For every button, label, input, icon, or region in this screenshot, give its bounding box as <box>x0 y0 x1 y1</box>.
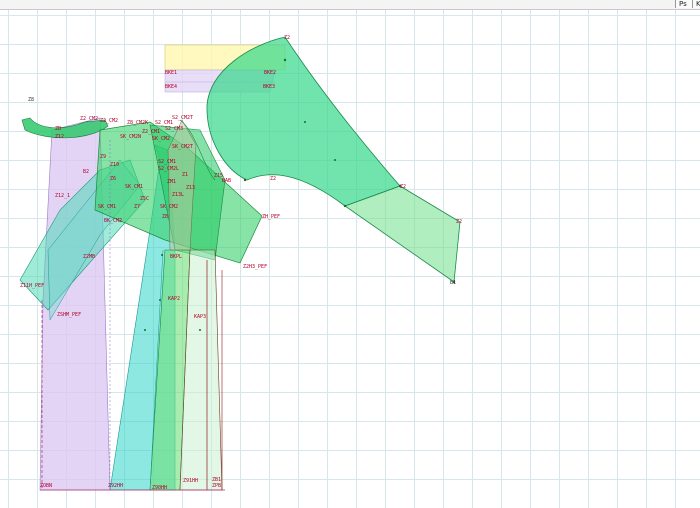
label-s2cm3: S2_CM3 <box>165 126 183 132</box>
label-z10: Z10 <box>110 162 119 168</box>
label-z2h3-pef: Z2H3_PEF <box>243 264 267 270</box>
label-zshm-pef: ZSHM_PEF <box>57 312 81 318</box>
label-z2cm2: Z2_CM2 <box>80 116 98 122</box>
label-skcm2n: SK_CM2N <box>120 134 141 140</box>
label-bkpl: BKPL <box>170 254 182 260</box>
label-z8cm2k: Z8_CM2K <box>127 120 148 126</box>
label-zb: ZB <box>55 126 61 132</box>
label-kap2: KAP2 <box>168 296 180 302</box>
label-z12-1: Z12_1 <box>55 193 70 199</box>
toolbar-button-k[interactable]: K <box>692 0 700 8</box>
label-z5c: Z5C <box>140 196 149 202</box>
label-z91hh: Z91HH <box>183 478 198 484</box>
label-zm1: ZM1 <box>167 179 176 185</box>
label-z13l: Z13L <box>172 192 184 198</box>
pattern-canvas[interactable]: Z2 BKE2 BKE3 BKE1 BKE4 Z8 ZB Z12 Z2_CM2 … <box>0 10 700 508</box>
label-skcm2: SK_CM2 <box>152 136 170 142</box>
label-z92hh: Z92HH <box>108 483 123 489</box>
label-z8b: Z8 <box>162 214 168 220</box>
label-z2-right: Z2 <box>456 219 462 225</box>
label-z2cm2b: Z2_CM2 <box>100 118 118 124</box>
label-skcm1: SK_CM1 <box>125 184 143 190</box>
label-z8-left: Z8 <box>28 97 34 103</box>
sleeve-cuff-piece[interactable] <box>344 185 461 283</box>
toolbar-button-ps[interactable]: Ps <box>675 0 692 8</box>
label-z7: Z7 <box>134 204 140 210</box>
label-zb1: ZB1 <box>212 477 221 483</box>
label-bke2: BKE2 <box>264 70 276 76</box>
label-z90hh: Z90HH <box>152 485 167 491</box>
label-b1: B1 <box>450 280 456 286</box>
label-bkcm2: BK_CM2 <box>104 218 122 224</box>
label-skcm1b: SK_CM1 <box>98 204 116 210</box>
label-z2-bal: Z2 <box>270 176 276 182</box>
label-bke3: BKE3 <box>263 84 275 90</box>
label-z11h-pef: Z11H_PEF <box>20 283 44 289</box>
label-z9: Z9 <box>100 154 106 160</box>
label-zh-pef: ZH_PEF <box>262 214 280 220</box>
label-s2cm2t: S2_CM2T <box>172 115 193 121</box>
label-z6: Z6 <box>110 176 116 182</box>
label-z2cm1: Z2_CM1 <box>142 129 160 135</box>
label-b2: B2 <box>83 169 89 175</box>
label-skcm2t: SK_CM2T <box>172 144 193 150</box>
label-bke1: BKE1 <box>165 70 177 76</box>
label-s2cm2l: S2_CM2L <box>158 166 179 172</box>
label-s2cm1b: S2_CM1 <box>158 159 176 165</box>
label-skcm2b: SK_CM2 <box>160 204 178 210</box>
sleeve-piece[interactable] <box>206 36 401 207</box>
pattern-drawing[interactable]: Z2 BKE2 BKE3 BKE1 BKE4 Z8 ZB Z12 Z2_CM2 … <box>0 10 700 508</box>
label-z13: Z13 <box>186 185 195 191</box>
label-z2-mid: Z2 <box>400 184 406 190</box>
label-kap3: KAP3 <box>194 314 206 320</box>
label-z1: Z1 <box>182 172 188 178</box>
label-zpb: ZPB <box>212 483 221 489</box>
label-zobn: ZOBN <box>40 483 52 489</box>
label-z12: Z12 <box>55 134 64 140</box>
label-z2-top: Z2 <box>284 35 290 41</box>
label-bke4: BKE4 <box>165 84 177 90</box>
label-bab: BAB <box>222 178 231 184</box>
label-z2mb: Z2MB <box>83 254 95 260</box>
top-toolbar: Ps K <box>0 0 700 10</box>
